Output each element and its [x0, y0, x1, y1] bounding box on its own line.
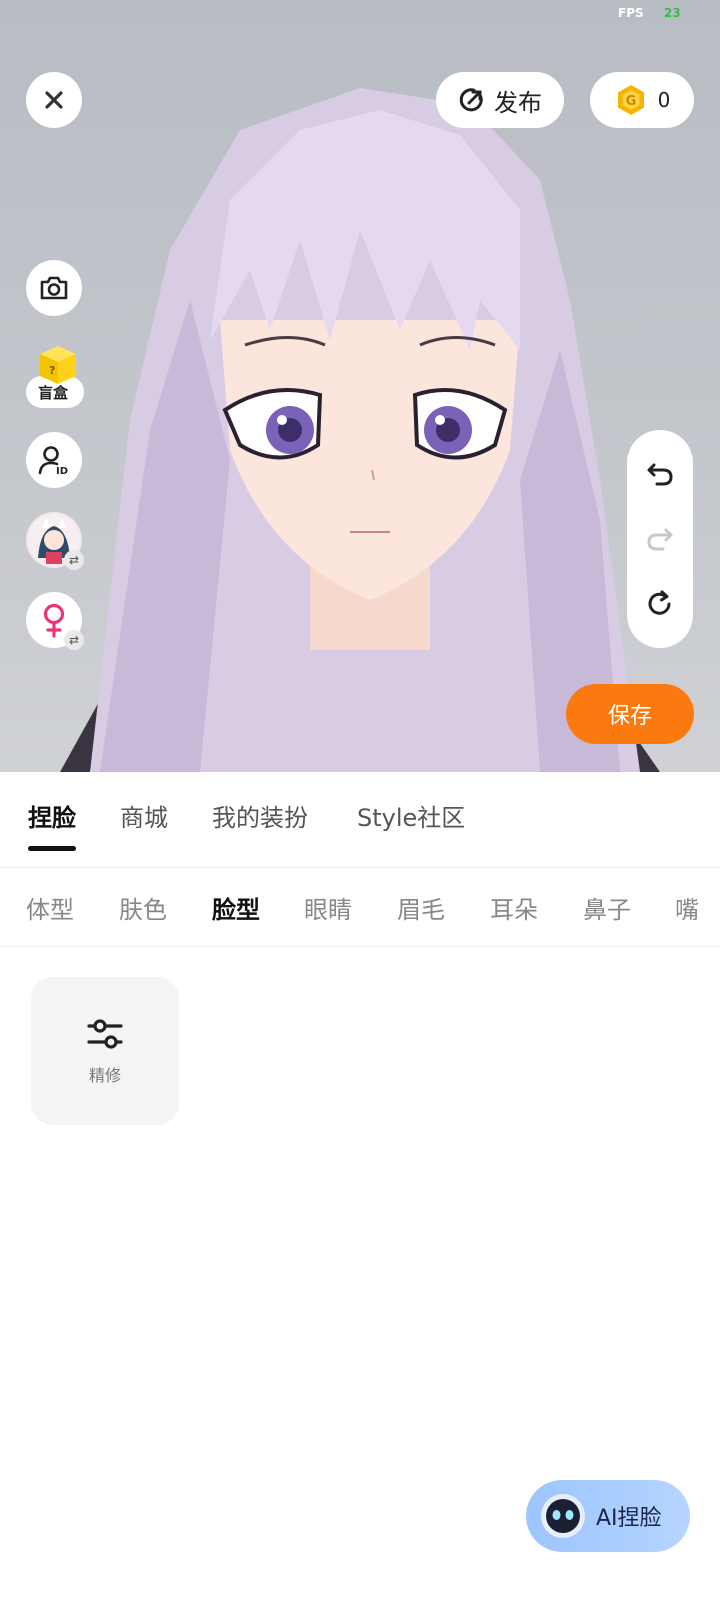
- tab-face-edit[interactable]: 捏脸: [28, 798, 76, 833]
- blind-box-button[interactable]: ? 盲盒: [26, 346, 84, 426]
- save-button[interactable]: 保存: [566, 684, 694, 744]
- publish-button[interactable]: 发布: [436, 72, 564, 128]
- subtab-mouth[interactable]: 嘴: [675, 890, 699, 925]
- subtab-nose[interactable]: 鼻子: [583, 890, 631, 925]
- active-tab-indicator: [28, 846, 76, 851]
- ai-face-label: AI捏脸: [596, 1506, 662, 1531]
- undo-icon[interactable]: [645, 459, 675, 489]
- camera-button[interactable]: [26, 260, 82, 316]
- tab-shop[interactable]: 商城: [120, 798, 168, 833]
- avatar-id-button[interactable]: ID: [26, 432, 82, 488]
- user-id-icon: ID: [38, 446, 68, 477]
- svg-text:ID: ID: [56, 466, 68, 477]
- fine-tune-label: 精修: [88, 1066, 121, 1085]
- svg-text:?: ?: [49, 364, 55, 377]
- svg-text:G: G: [625, 94, 636, 109]
- gender-switch-button[interactable]: ⇄: [26, 592, 84, 650]
- subtab-body[interactable]: 体型: [26, 890, 74, 925]
- close-button[interactable]: [26, 72, 82, 128]
- publish-label: 发布: [494, 88, 542, 117]
- female-icon: [43, 603, 65, 638]
- publish-icon: [459, 88, 483, 112]
- subtab-skin[interactable]: 肤色: [119, 890, 167, 925]
- main-tabs: 捏脸 商城 我的装扮 Style社区: [0, 772, 720, 868]
- tab-my-outfits[interactable]: 我的装扮: [212, 798, 308, 833]
- subtab-eyebrows[interactable]: 眉毛: [397, 890, 445, 925]
- swap-icon: ⇄: [64, 630, 84, 650]
- subtab-face-shape[interactable]: 脸型: [212, 890, 260, 925]
- coin-count: 0: [657, 88, 671, 112]
- redo-icon[interactable]: [645, 524, 675, 554]
- ai-robot-icon: [541, 1494, 585, 1538]
- sub-tabs: 体型 肤色 脸型 眼睛 眉毛 耳朵 鼻子 嘴: [0, 868, 720, 946]
- fps-value: 23: [664, 6, 681, 20]
- reset-icon[interactable]: [645, 589, 675, 619]
- blind-box-icon: ?: [40, 346, 76, 384]
- tab-style-community[interactable]: Style社区: [357, 798, 465, 833]
- camera-icon: [40, 276, 68, 300]
- switch-character-button[interactable]: ⇄: [26, 512, 84, 570]
- avatar-preview-stage[interactable]: FPS 23 发布 G 0 ? 盲盒 ID ⇄ ⇄ 保存: [0, 0, 720, 772]
- close-icon: [45, 91, 63, 109]
- history-controls: [627, 430, 693, 648]
- fps-label: FPS: [618, 6, 644, 20]
- sliders-icon: [87, 1019, 123, 1049]
- coin-balance[interactable]: G 0: [590, 72, 694, 128]
- subtab-ears[interactable]: 耳朵: [490, 890, 538, 925]
- ai-face-button[interactable]: AI捏脸: [526, 1480, 690, 1552]
- blind-box-label: 盲盒: [38, 384, 69, 402]
- fine-tune-option[interactable]: 精修: [31, 977, 179, 1125]
- swap-icon: ⇄: [64, 550, 84, 570]
- subtab-eyes[interactable]: 眼睛: [304, 890, 352, 925]
- coin-icon: G: [617, 85, 644, 115]
- divider: [0, 946, 720, 947]
